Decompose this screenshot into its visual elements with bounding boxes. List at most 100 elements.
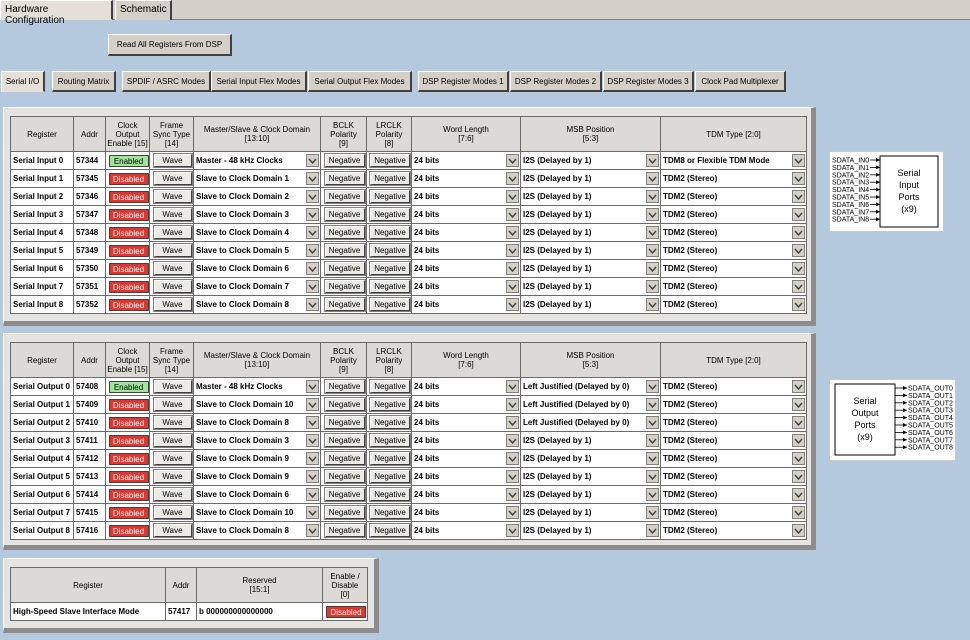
tdm-type-select[interactable]: TDM2 (Stereo) [663,451,806,467]
lrclk-polarity-button[interactable]: Negative [370,190,410,203]
subtab-routing-matrix[interactable]: Routing Matrix [52,71,116,92]
frame-sync-button[interactable]: Wave [153,524,192,537]
chevron-down-icon[interactable] [306,298,319,311]
clock-domain-select[interactable]: Slave to Clock Domain 3 [196,207,320,223]
clock-domain-select[interactable]: Slave to Clock Domain 8 [196,523,320,539]
chevron-down-icon[interactable] [792,488,805,501]
chevron-down-icon[interactable] [792,208,805,221]
chevron-down-icon[interactable] [306,380,319,393]
chevron-down-icon[interactable] [506,488,519,501]
clock-enable-toggle[interactable]: Disabled [108,280,149,293]
frame-sync-button[interactable]: Wave [153,434,192,447]
tdm-type-select[interactable]: TDM2 (Stereo) [663,487,806,503]
chevron-down-icon[interactable] [506,452,519,465]
clock-domain-select[interactable]: Slave to Clock Domain 7 [196,279,320,295]
chevron-down-icon[interactable] [306,226,319,239]
read-all-registers-button[interactable]: Read All Registers From DSP [108,34,232,56]
frame-sync-button[interactable]: Wave [153,416,192,429]
frame-sync-button[interactable]: Wave [153,190,192,203]
msb-position-select[interactable]: I2S (Delayed by 1) [523,505,660,521]
clock-domain-select[interactable]: Slave to Clock Domain 5 [196,243,320,259]
subtab-serial-output-flex-modes[interactable]: Serial Output Flex Modes [308,71,412,92]
frame-sync-button[interactable]: Wave [153,208,192,221]
word-length-select[interactable]: 24 bits [414,297,520,313]
tdm-type-select[interactable]: TDM2 (Stereo) [663,243,806,259]
clock-enable-toggle[interactable]: Disabled [108,244,149,257]
chevron-down-icon[interactable] [306,398,319,411]
chevron-down-icon[interactable] [792,434,805,447]
chevron-down-icon[interactable] [646,488,659,501]
tdm-type-select[interactable]: TDM2 (Stereo) [663,171,806,187]
frame-sync-button[interactable]: Wave [153,452,192,465]
clock-domain-select[interactable]: Slave to Clock Domain 8 [196,297,320,313]
chevron-down-icon[interactable] [792,380,805,393]
chevron-down-icon[interactable] [306,172,319,185]
subtab-clock-pad-multiplexer[interactable]: Clock Pad Multiplexer [695,71,786,92]
tdm-type-select[interactable]: TDM2 (Stereo) [663,469,806,485]
chevron-down-icon[interactable] [792,154,805,167]
tdm-type-select[interactable]: TDM2 (Stereo) [663,207,806,223]
bclk-polarity-button[interactable]: Negative [324,398,365,411]
msb-position-select[interactable]: Left Justified (Delayed by 0) [523,397,660,413]
chevron-down-icon[interactable] [646,262,659,275]
word-length-select[interactable]: 24 bits [414,261,520,277]
chevron-down-icon[interactable] [792,524,805,537]
clock-enable-toggle[interactable]: Disabled [108,470,149,483]
chevron-down-icon[interactable] [646,190,659,203]
frame-sync-button[interactable]: Wave [153,244,192,257]
msb-position-select[interactable]: I2S (Delayed by 1) [523,261,660,277]
frame-sync-button[interactable]: Wave [153,280,192,293]
word-length-select[interactable]: 24 bits [414,523,520,539]
lrclk-polarity-button[interactable]: Negative [370,262,410,275]
msb-position-select[interactable]: I2S (Delayed by 1) [523,297,660,313]
word-length-select[interactable]: 24 bits [414,243,520,259]
bclk-polarity-button[interactable]: Negative [324,488,365,501]
clock-domain-select[interactable]: Slave to Clock Domain 10 [196,397,320,413]
chevron-down-icon[interactable] [506,154,519,167]
bclk-polarity-button[interactable]: Negative [324,262,365,275]
word-length-select[interactable]: 24 bits [414,505,520,521]
lrclk-polarity-button[interactable]: Negative [370,380,410,393]
chevron-down-icon[interactable] [792,416,805,429]
subtab-serial-input-flex-modes[interactable]: Serial Input Flex Modes [211,71,307,92]
high-speed-enable-toggle[interactable]: Disabled [326,605,366,618]
chevron-down-icon[interactable] [792,226,805,239]
tdm-type-select[interactable]: TDM2 (Stereo) [663,523,806,539]
lrclk-polarity-button[interactable]: Negative [370,172,410,185]
chevron-down-icon[interactable] [506,398,519,411]
frame-sync-button[interactable]: Wave [153,506,192,519]
subtab-dsp-register-modes-2[interactable]: DSP Register Modes 2 [510,71,602,92]
word-length-select[interactable]: 24 bits [414,225,520,241]
chevron-down-icon[interactable] [306,434,319,447]
clock-enable-toggle[interactable]: Disabled [108,416,149,429]
tdm-type-select[interactable]: TDM2 (Stereo) [663,225,806,241]
chevron-down-icon[interactable] [646,298,659,311]
bclk-polarity-button[interactable]: Negative [324,416,365,429]
msb-position-select[interactable]: I2S (Delayed by 1) [523,225,660,241]
lrclk-polarity-button[interactable]: Negative [370,488,410,501]
bclk-polarity-button[interactable]: Negative [324,380,365,393]
chevron-down-icon[interactable] [506,226,519,239]
clock-enable-toggle[interactable]: Enabled [108,380,149,393]
chevron-down-icon[interactable] [646,434,659,447]
tdm-type-select[interactable]: TDM8 or Flexible TDM Mode [663,153,806,169]
tab-schematic[interactable]: Schematic [115,0,172,20]
chevron-down-icon[interactable] [306,154,319,167]
chevron-down-icon[interactable] [506,470,519,483]
frame-sync-button[interactable]: Wave [153,380,192,393]
msb-position-select[interactable]: I2S (Delayed by 1) [523,153,660,169]
chevron-down-icon[interactable] [792,262,805,275]
clock-enable-toggle[interactable]: Disabled [108,524,149,537]
subtab-spdif-asrc-modes[interactable]: SPDIF / ASRC Modes [122,71,211,92]
chevron-down-icon[interactable] [306,190,319,203]
word-length-select[interactable]: 24 bits [414,279,520,295]
chevron-down-icon[interactable] [646,244,659,257]
clock-enable-toggle[interactable]: Disabled [108,208,149,221]
clock-domain-select[interactable]: Slave to Clock Domain 6 [196,261,320,277]
lrclk-polarity-button[interactable]: Negative [370,154,410,167]
chevron-down-icon[interactable] [792,280,805,293]
bclk-polarity-button[interactable]: Negative [324,280,365,293]
frame-sync-button[interactable]: Wave [153,470,192,483]
frame-sync-button[interactable]: Wave [153,262,192,275]
clock-domain-select[interactable]: Slave to Clock Domain 8 [196,415,320,431]
